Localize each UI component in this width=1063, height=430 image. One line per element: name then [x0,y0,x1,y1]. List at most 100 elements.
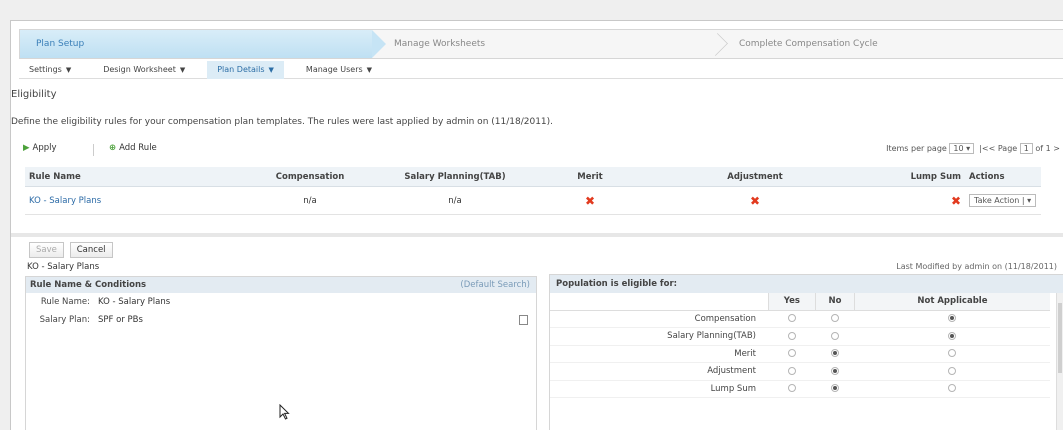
app-window: Plan Setup Manage Worksheets Complete Co… [10,20,1063,430]
radio-cell [854,362,1050,381]
radio-cell [854,327,1050,346]
table-row[interactable]: KO - Salary Plans n/a n/a ✖ ✖ ✖ Take Act… [25,187,1041,215]
salary-plan-row: Salary Plan: SPF or PBs [26,311,536,329]
radio-cell [854,310,1050,328]
menu-label: Design Worksheet [103,65,176,74]
col-rule-name[interactable]: Rule Name [25,172,235,182]
wizard-steps: Plan Setup Manage Worksheets Complete Co… [19,29,1063,59]
grid-header: Rule Name Compensation Salary Planning(T… [25,167,1041,187]
eligibility-body: Compensation Salary Planning(TAB) Merit Adj… [550,310,1050,398]
radio-yes[interactable] [787,314,796,323]
radio-no[interactable] [831,384,839,393]
col-adjustment[interactable]: Adjustment [655,172,855,182]
add-rule-label: Add Rule [119,143,157,153]
cross-icon: ✖ [584,193,596,208]
radio-no[interactable] [831,331,839,340]
col-no: No [815,293,855,311]
radio-not-applicable[interactable] [948,349,957,358]
take-action-select[interactable]: Take Action | ▾ [969,194,1037,207]
eligibility-row: Compensation [550,310,1050,328]
rule-detail-title: KO - Salary Plans [27,262,100,272]
panel-header: Rule Name & Conditions (Default Search) [26,277,536,293]
menu-settings[interactable]: Settings ▼ [19,61,81,79]
radio-not-applicable[interactable] [948,331,957,340]
cross-icon: ✖ [950,193,961,208]
items-per-page-label: Items per page [886,144,947,153]
col-compensation[interactable]: Compensation [235,172,385,182]
page-label: Page [997,144,1018,153]
rule-name-link[interactable]: KO - Salary Plans [25,196,235,206]
radio-cell [815,380,855,398]
radio-cell [815,362,855,381]
radio-no[interactable] [831,349,839,358]
eligibility-row-label: Adjustment [550,362,768,381]
col-salary-planning[interactable]: Salary Planning(TAB) [385,172,525,182]
default-search-link[interactable]: (Default Search) [460,280,530,290]
menu-plan-details[interactable]: Plan Details ▼ [207,61,284,79]
radio-cell [854,380,1050,398]
radio-not-applicable[interactable] [948,366,957,375]
apply-button[interactable]: ▶ Apply [23,143,57,153]
radio-cell [768,362,816,381]
radio-yes[interactable] [787,366,796,375]
radio-cell [815,310,855,328]
col-actions: Actions [969,171,1005,182]
menu-manage-users[interactable]: Manage Users ▼ [296,61,382,79]
radio-cell [768,380,816,398]
save-button[interactable]: Save [29,242,64,258]
wizard-step-complete-cycle[interactable]: Complete Compensation Cycle [717,30,1063,58]
toolbar: ▶ Apply ⊕ Add Rule Items per page 10 ▾ |<<… [11,141,1063,161]
chevron-down-icon: ▼ [179,66,186,74]
items-per-page-select[interactable]: 10 ▾ [949,143,975,154]
eligibility-row: Salary Planning(TAB) [550,327,1050,346]
radio-not-applicable[interactable] [948,384,957,393]
radio-no[interactable] [831,314,839,323]
play-icon: ▶ [23,143,30,153]
splitter[interactable] [11,233,1063,237]
cell-actions: Take Action | ▾ [965,194,1041,207]
rule-name-key: Rule Name: [40,297,90,307]
menu-label: Plan Details [217,65,265,74]
radio-yes[interactable] [787,331,796,340]
pager: Items per page 10 ▾ |<< Page 1 of 1 > [886,143,1060,154]
header-spacer [550,293,768,311]
menu-bar: Settings ▼ Design Worksheet ▼ Plan Details… [19,61,1063,79]
add-rule-button[interactable]: ⊕ Add Rule [109,143,157,153]
salary-plan-value: SPF or PBs [98,315,143,325]
menu-label: Manage Users [305,65,363,74]
panel-header: Population is eligible for: [550,275,1063,293]
cancel-button[interactable]: Cancel [69,242,113,258]
cell-compensation: n/a [303,195,317,206]
page-input[interactable]: 1 [1019,143,1033,154]
radio-not-applicable[interactable] [948,314,957,323]
col-merit[interactable]: Merit [525,172,655,182]
last-modified-text: Last Modified by admin on (11/18/2011) [896,262,1057,271]
wizard-step-manage-worksheets[interactable]: Manage Worksheets [372,30,717,58]
rule-name-row: Rule Name: KO - Salary Plans [26,293,536,311]
menu-design-worksheet[interactable]: Design Worksheet ▼ [93,61,195,79]
items-per-page-value: 10 [953,144,964,153]
radio-cell [768,345,816,363]
page-of: of 1 [1035,144,1051,153]
cell-salary-planning: n/a [448,195,462,206]
add-icon: ⊕ [109,143,117,153]
button-bar: Save Cancel [29,242,116,258]
edit-document-icon[interactable] [519,315,528,325]
eligibility-row-label: Compensation [550,310,768,328]
radio-cell [768,327,816,346]
eligibility-row: Adjustment [550,362,1050,381]
radio-cell [815,327,855,346]
radio-cell [815,345,855,363]
eligibility-panel: Population is eligible for: Yes No Not A… [549,274,1063,430]
eligibility-header-row: Yes No Not Applicable [550,293,1050,311]
radio-yes[interactable] [787,384,796,393]
wizard-step-plan-setup[interactable]: Plan Setup [20,30,386,58]
eligibility-row: Lump Sum [550,380,1050,398]
radio-cell [854,345,1050,363]
radio-no[interactable] [831,366,839,375]
radio-yes[interactable] [787,349,796,358]
apply-label: Apply [32,143,57,153]
panel-title: Rule Name & Conditions [30,280,147,290]
col-lump-sum[interactable]: Lump Sum [855,172,965,182]
vertical-scrollbar[interactable] [1056,293,1063,430]
